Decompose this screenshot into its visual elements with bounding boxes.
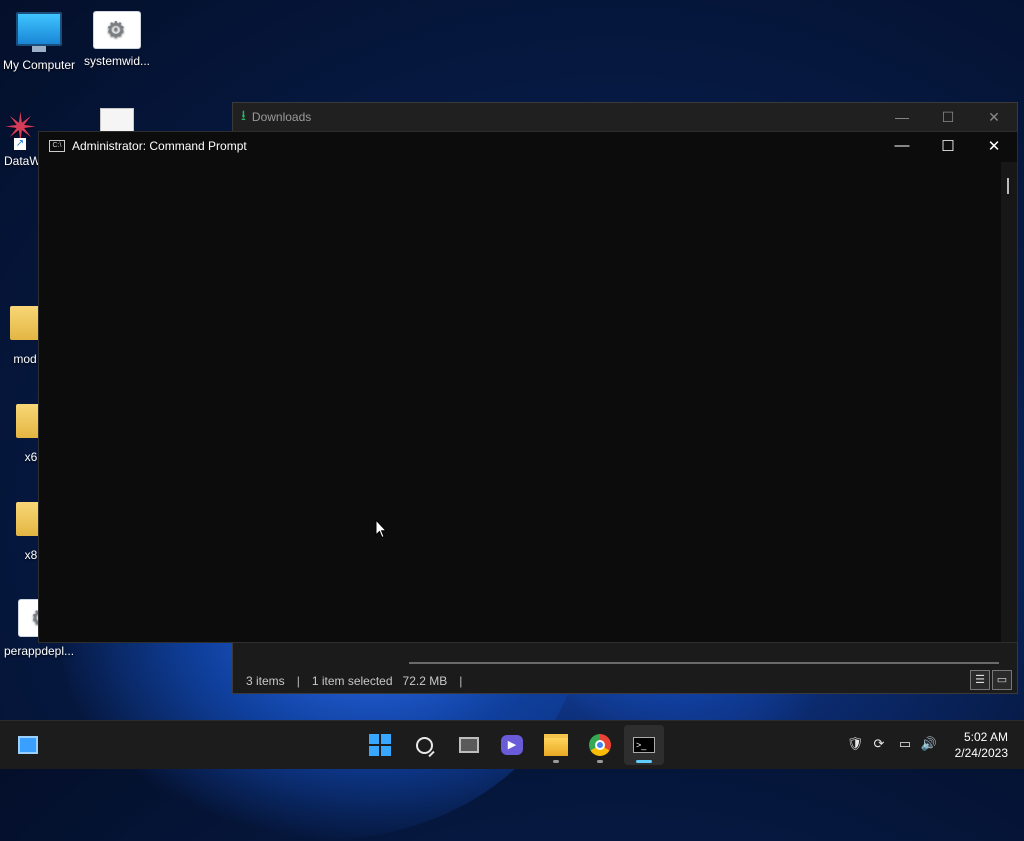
- cmd-titlebar[interactable]: C:\ Administrator: Command Prompt — ☐ ✕: [39, 132, 1017, 160]
- volume-icon[interactable]: 🔊: [920, 735, 938, 753]
- search-button[interactable]: [404, 725, 444, 765]
- folder-icon: [544, 734, 568, 756]
- chat-icon: ▶: [501, 735, 523, 755]
- maximize-button[interactable]: ☐: [925, 137, 971, 155]
- command-prompt-taskbar-button[interactable]: >_: [624, 725, 664, 765]
- task-view-button[interactable]: [449, 725, 489, 765]
- running-indicator: [597, 760, 603, 763]
- selection-count: 1 item selected: [311, 674, 393, 688]
- chrome-button[interactable]: [580, 725, 620, 765]
- taskbar: ▶ >_ 🛡 ⟳ ▭ 🔊 5:02 AM 2/24/2023: [0, 720, 1024, 769]
- cmd-icon: C:\: [49, 140, 65, 152]
- folder-icon: [10, 306, 40, 340]
- desktop-icon-label: perappdepl...: [3, 644, 75, 658]
- file-explorer-button[interactable]: [536, 725, 576, 765]
- active-indicator: [636, 760, 652, 763]
- security-shield-icon[interactable]: 🛡: [846, 735, 864, 753]
- running-indicator: [553, 760, 559, 763]
- desktop-icon-mod[interactable]: mod: [10, 306, 40, 366]
- horizontal-scrollbar[interactable]: [409, 662, 999, 664]
- downloads-titlebar[interactable]: ⭳ Downloads — ☐ ✕: [233, 103, 1017, 131]
- desktop-icon-label: systemwid...: [83, 54, 150, 68]
- large-icons-view-button[interactable]: ▭: [992, 670, 1012, 690]
- start-button[interactable]: [360, 725, 400, 765]
- search-icon: [415, 736, 433, 754]
- minimize-button[interactable]: —: [879, 137, 925, 155]
- status-bar: 3 items | 1 item selected 72.2 MB |: [233, 669, 1017, 693]
- settings-file-icon: ⚙: [94, 12, 140, 48]
- windows-logo-icon: [369, 734, 391, 756]
- vertical-scrollbar[interactable]: [1001, 162, 1017, 642]
- clock[interactable]: 5:02 AM 2/24/2023: [955, 729, 1008, 761]
- command-prompt-window[interactable]: C:\ Administrator: Command Prompt — ☐ ✕: [38, 131, 1018, 643]
- network-icon[interactable]: ▭: [896, 735, 914, 753]
- chat-button[interactable]: ▶: [492, 725, 532, 765]
- sync-icon[interactable]: ⟳: [870, 735, 888, 753]
- item-count: 3 items: [246, 674, 285, 688]
- close-button[interactable]: ✕: [971, 137, 1017, 155]
- chrome-icon: [589, 734, 611, 756]
- minimize-button[interactable]: —: [879, 109, 925, 126]
- widgets-button[interactable]: [8, 725, 48, 765]
- selection-size: 72.2 MB: [402, 674, 448, 688]
- details-view-button[interactable]: ☰: [970, 670, 990, 690]
- separator: |: [459, 674, 463, 688]
- separator: |: [296, 674, 300, 688]
- terminal-icon: >_: [633, 737, 655, 753]
- computer-icon: [16, 12, 62, 52]
- widgets-icon: [18, 736, 38, 754]
- desktop-icon-my-computer[interactable]: My Computer: [0, 12, 78, 72]
- clock-date: 2/24/2023: [954, 746, 1008, 760]
- downloads-title: Downloads: [251, 110, 312, 124]
- desktop-icon-label: mod: [13, 352, 37, 366]
- task-view-icon: [459, 737, 479, 753]
- close-button[interactable]: ✕: [971, 109, 1017, 126]
- download-arrow-icon: ⭳: [241, 107, 246, 123]
- cmd-title: Administrator: Command Prompt: [72, 139, 247, 153]
- clock-time: 5:02 AM: [963, 730, 1008, 744]
- scrollbar-thumb[interactable]: [1007, 178, 1009, 194]
- maximize-button[interactable]: ☐: [925, 109, 971, 126]
- desktop-icon-label: My Computer: [2, 58, 76, 72]
- shortcut-arrow-icon: ↗: [14, 138, 26, 150]
- desktop-icon-systemwide[interactable]: ⚙ systemwid...: [78, 12, 156, 68]
- console-area[interactable]: [39, 162, 1001, 642]
